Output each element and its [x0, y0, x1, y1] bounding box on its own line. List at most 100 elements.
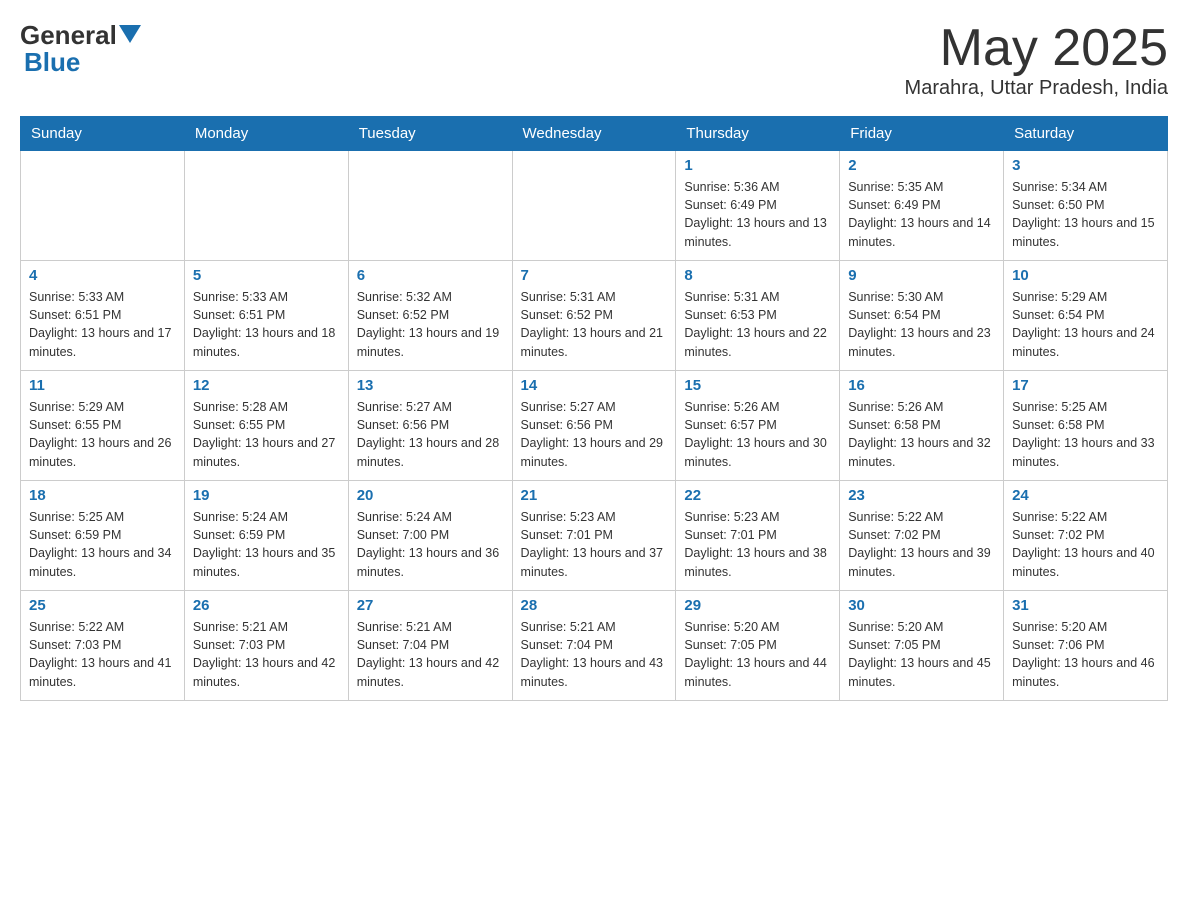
day-info: Sunrise: 5:25 AM Sunset: 6:58 PM Dayligh…	[1012, 398, 1159, 471]
day-info: Sunrise: 5:33 AM Sunset: 6:51 PM Dayligh…	[193, 288, 340, 361]
day-number: 11	[29, 377, 176, 394]
day-number: 18	[29, 487, 176, 504]
day-number: 21	[521, 487, 668, 504]
day-info: Sunrise: 5:34 AM Sunset: 6:50 PM Dayligh…	[1012, 178, 1159, 251]
calendar-day-cell: 6 Sunrise: 5:32 AM Sunset: 6:52 PM Daylig…	[348, 261, 512, 371]
day-number: 23	[848, 487, 995, 504]
calendar-day-cell	[512, 151, 676, 261]
day-number: 15	[684, 377, 831, 394]
calendar-day-cell: 3 Sunrise: 5:34 AM Sunset: 6:50 PM Daylig…	[1004, 151, 1168, 261]
day-number: 6	[357, 267, 504, 284]
calendar-day-cell: 22 Sunrise: 5:23 AM Sunset: 7:01 PM Dayli…	[676, 481, 840, 591]
calendar-header-row: SundayMondayTuesdayWednesdayThursdayFrid…	[21, 117, 1168, 151]
day-number: 12	[193, 377, 340, 394]
day-info: Sunrise: 5:24 AM Sunset: 6:59 PM Dayligh…	[193, 508, 340, 581]
day-info: Sunrise: 5:30 AM Sunset: 6:54 PM Dayligh…	[848, 288, 995, 361]
day-info: Sunrise: 5:22 AM Sunset: 7:02 PM Dayligh…	[848, 508, 995, 581]
calendar-week-row: 1 Sunrise: 5:36 AM Sunset: 6:49 PM Daylig…	[21, 151, 1168, 261]
calendar-header-friday: Friday	[840, 117, 1004, 151]
calendar-day-cell: 21Sunrise: 5:23 AM Sunset: 7:01 PM Dayli…	[512, 481, 676, 591]
page-title: May 2025	[905, 20, 1168, 77]
day-info: Sunrise: 5:20 AM Sunset: 7:06 PM Dayligh…	[1012, 618, 1159, 691]
day-number: 2	[848, 157, 995, 174]
day-number: 29	[684, 597, 831, 614]
day-info: Sunrise: 5:26 AM Sunset: 6:57 PM Dayligh…	[684, 398, 831, 471]
title-area: May 2025 Marahra, Uttar Pradesh, India	[905, 20, 1168, 100]
calendar-day-cell: 23 Sunrise: 5:22 AM Sunset: 7:02 PM Dayli…	[840, 481, 1004, 591]
day-info: Sunrise: 5:35 AM Sunset: 6:49 PM Dayligh…	[848, 178, 995, 251]
day-info: Sunrise: 5:21 AM Sunset: 7:03 PM Dayligh…	[193, 618, 340, 691]
day-info: Sunrise: 5:23 AM Sunset: 7:01 PM Dayligh…	[684, 508, 831, 581]
day-number: 16	[848, 377, 995, 394]
day-number: 14	[521, 377, 668, 394]
day-info: Sunrise: 5:31 AM Sunset: 6:53 PM Dayligh…	[684, 288, 831, 361]
day-number: 19	[193, 487, 340, 504]
calendar-day-cell: 10Sunrise: 5:29 AM Sunset: 6:54 PM Dayli…	[1004, 261, 1168, 371]
calendar-week-row: 4 Sunrise: 5:33 AM Sunset: 6:51 PM Daylig…	[21, 261, 1168, 371]
day-number: 13	[357, 377, 504, 394]
calendar-day-cell: 11 Sunrise: 5:29 AM Sunset: 6:55 PM Dayli…	[21, 371, 185, 481]
calendar-day-cell: 27 Sunrise: 5:21 AM Sunset: 7:04 PM Dayli…	[348, 591, 512, 701]
calendar-header-monday: Monday	[184, 117, 348, 151]
calendar-table: SundayMondayTuesdayWednesdayThursdayFrid…	[20, 116, 1168, 701]
calendar-day-cell: 20Sunrise: 5:24 AM Sunset: 7:00 PM Dayli…	[348, 481, 512, 591]
page-subtitle: Marahra, Uttar Pradesh, India	[905, 77, 1168, 100]
calendar-day-cell: 30 Sunrise: 5:20 AM Sunset: 7:05 PM Dayli…	[840, 591, 1004, 701]
calendar-day-cell	[184, 151, 348, 261]
calendar-day-cell: 5Sunrise: 5:33 AM Sunset: 6:51 PM Daylig…	[184, 261, 348, 371]
calendar-day-cell: 7 Sunrise: 5:31 AM Sunset: 6:52 PM Daylig…	[512, 261, 676, 371]
day-info: Sunrise: 5:22 AM Sunset: 7:02 PM Dayligh…	[1012, 508, 1159, 581]
calendar-day-cell: 1 Sunrise: 5:36 AM Sunset: 6:49 PM Daylig…	[676, 151, 840, 261]
day-number: 22	[684, 487, 831, 504]
calendar-day-cell: 24 Sunrise: 5:22 AM Sunset: 7:02 PM Dayli…	[1004, 481, 1168, 591]
day-number: 3	[1012, 157, 1159, 174]
day-number: 31	[1012, 597, 1159, 614]
logo: General Blue	[20, 20, 141, 78]
day-info: Sunrise: 5:20 AM Sunset: 7:05 PM Dayligh…	[684, 618, 831, 691]
day-info: Sunrise: 5:31 AM Sunset: 6:52 PM Dayligh…	[521, 288, 668, 361]
logo-blue-text: Blue	[24, 47, 80, 78]
day-info: Sunrise: 5:36 AM Sunset: 6:49 PM Dayligh…	[684, 178, 831, 251]
calendar-day-cell	[21, 151, 185, 261]
day-number: 4	[29, 267, 176, 284]
calendar-day-cell: 14Sunrise: 5:27 AM Sunset: 6:56 PM Dayli…	[512, 371, 676, 481]
day-info: Sunrise: 5:21 AM Sunset: 7:04 PM Dayligh…	[521, 618, 668, 691]
day-number: 17	[1012, 377, 1159, 394]
calendar-day-cell	[348, 151, 512, 261]
day-number: 26	[193, 597, 340, 614]
day-number: 1	[684, 157, 831, 174]
day-info: Sunrise: 5:28 AM Sunset: 6:55 PM Dayligh…	[193, 398, 340, 471]
calendar-day-cell: 18 Sunrise: 5:25 AM Sunset: 6:59 PM Dayli…	[21, 481, 185, 591]
calendar-day-cell: 4 Sunrise: 5:33 AM Sunset: 6:51 PM Daylig…	[21, 261, 185, 371]
calendar-day-cell: 29 Sunrise: 5:20 AM Sunset: 7:05 PM Dayli…	[676, 591, 840, 701]
day-number: 25	[29, 597, 176, 614]
day-number: 8	[684, 267, 831, 284]
day-number: 10	[1012, 267, 1159, 284]
day-number: 27	[357, 597, 504, 614]
day-info: Sunrise: 5:21 AM Sunset: 7:04 PM Dayligh…	[357, 618, 504, 691]
calendar-header-wednesday: Wednesday	[512, 117, 676, 151]
calendar-day-cell: 8 Sunrise: 5:31 AM Sunset: 6:53 PM Daylig…	[676, 261, 840, 371]
day-info: Sunrise: 5:25 AM Sunset: 6:59 PM Dayligh…	[29, 508, 176, 581]
calendar-header-tuesday: Tuesday	[348, 117, 512, 151]
day-info: Sunrise: 5:29 AM Sunset: 6:55 PM Dayligh…	[29, 398, 176, 471]
day-number: 7	[521, 267, 668, 284]
calendar-day-cell: 2 Sunrise: 5:35 AM Sunset: 6:49 PM Daylig…	[840, 151, 1004, 261]
day-number: 28	[521, 597, 668, 614]
page-header: General Blue May 2025 Marahra, Uttar Pra…	[20, 20, 1168, 100]
day-number: 30	[848, 597, 995, 614]
calendar-week-row: 25Sunrise: 5:22 AM Sunset: 7:03 PM Dayli…	[21, 591, 1168, 701]
calendar-header-saturday: Saturday	[1004, 117, 1168, 151]
day-info: Sunrise: 5:32 AM Sunset: 6:52 PM Dayligh…	[357, 288, 504, 361]
day-info: Sunrise: 5:27 AM Sunset: 6:56 PM Dayligh…	[357, 398, 504, 471]
calendar-week-row: 11 Sunrise: 5:29 AM Sunset: 6:55 PM Dayli…	[21, 371, 1168, 481]
day-info: Sunrise: 5:33 AM Sunset: 6:51 PM Dayligh…	[29, 288, 176, 361]
day-info: Sunrise: 5:20 AM Sunset: 7:05 PM Dayligh…	[848, 618, 995, 691]
calendar-day-cell: 26 Sunrise: 5:21 AM Sunset: 7:03 PM Dayli…	[184, 591, 348, 701]
day-number: 24	[1012, 487, 1159, 504]
calendar-day-cell: 13 Sunrise: 5:27 AM Sunset: 6:56 PM Dayli…	[348, 371, 512, 481]
calendar-header-thursday: Thursday	[676, 117, 840, 151]
day-number: 20	[357, 487, 504, 504]
calendar-day-cell: 17 Sunrise: 5:25 AM Sunset: 6:58 PM Dayli…	[1004, 371, 1168, 481]
calendar-day-cell: 28 Sunrise: 5:21 AM Sunset: 7:04 PM Dayli…	[512, 591, 676, 701]
